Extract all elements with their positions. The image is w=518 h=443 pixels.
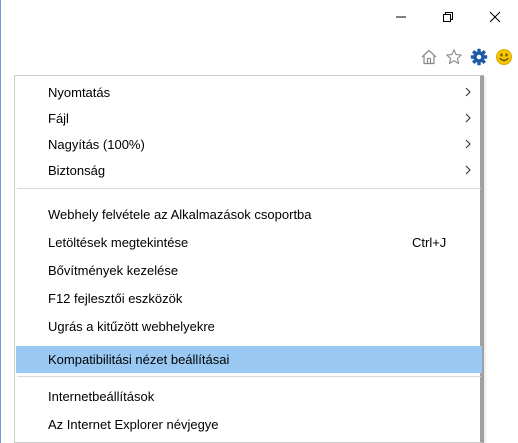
menu-item-compatibility-view-settings[interactable]: Kompatibilitási nézet beállításai — [16, 346, 482, 373]
menu-item-pinned-sites[interactable]: Ugrás a kitűzött webhelyekre — [16, 313, 482, 339]
browser-window: Nyomtatás Fájl Nagyítás (100%) Biztonság — [0, 0, 518, 443]
minimize-icon — [395, 16, 406, 18]
tools-button[interactable] — [466, 44, 491, 70]
home-button[interactable] — [416, 44, 441, 70]
menu-item-add-site-to-apps[interactable]: Webhely felvétele az Alkalmazások csopor… — [16, 201, 482, 227]
favorites-button[interactable] — [441, 44, 466, 70]
chevron-right-icon — [465, 165, 471, 175]
menu-item-label: Kompatibilitási nézet beállításai — [48, 352, 230, 367]
menu-item-about-ie[interactable]: Az Internet Explorer névjegye — [16, 411, 482, 437]
minimize-button[interactable] — [377, 0, 424, 34]
favorites-star-icon — [445, 49, 462, 65]
menu-item-label: Letöltések megtekintése — [48, 234, 189, 250]
close-button[interactable] — [471, 0, 518, 34]
shortcut-label: Ctrl+J — [412, 234, 447, 250]
menu-item-label: Fájl — [48, 110, 69, 126]
menu-item-label: Nyomtatás — [48, 84, 111, 100]
menu-item-manage-addons[interactable]: Bővítmények kezelése — [16, 257, 482, 283]
menu-item-label: Internetbeállítások — [48, 388, 155, 404]
menu-item-label: Biztonság — [48, 162, 106, 178]
menu-item-f12-dev-tools[interactable]: F12 fejlesztői eszközök — [16, 285, 482, 311]
chevron-right-icon — [465, 139, 471, 149]
menu-item-print[interactable]: Nyomtatás — [16, 79, 482, 105]
smiley-feedback-icon — [495, 49, 512, 65]
menu-item-safety[interactable]: Biztonság — [16, 157, 482, 183]
menu-item-view-downloads[interactable]: Letöltések megtekintése Ctrl+J — [16, 229, 482, 255]
chevron-right-icon — [465, 87, 471, 97]
menu-item-label: Bővítmények kezelése — [48, 262, 179, 278]
menu-item-label: Az Internet Explorer névjegye — [48, 416, 219, 432]
feedback-button[interactable] — [491, 44, 516, 70]
toolbar-icons — [416, 42, 518, 72]
menu-item-internet-options[interactable]: Internetbeállítások — [16, 383, 482, 409]
menu-item-label: Ugrás a kitűzött webhelyekre — [48, 318, 215, 334]
menu-separator — [17, 376, 481, 377]
restore-button[interactable] — [424, 0, 471, 34]
home-icon — [421, 49, 436, 65]
window-controls — [377, 0, 518, 34]
menu-item-file[interactable]: Fájl — [16, 105, 482, 131]
gear-icon — [470, 48, 487, 66]
menu-item-label: Webhely felvétele az Alkalmazások csopor… — [48, 206, 312, 222]
menu-item-label: F12 fejlesztői eszközök — [48, 290, 183, 306]
menu-separator — [17, 188, 481, 189]
menu-item-zoom[interactable]: Nagyítás (100%) — [16, 131, 482, 157]
chevron-right-icon — [465, 113, 471, 123]
restore-icon — [442, 12, 453, 22]
menu-item-label: Nagyítás (100%) — [48, 136, 145, 152]
close-icon — [489, 11, 500, 23]
tools-menu: Nyomtatás Fájl Nagyítás (100%) Biztonság — [14, 75, 484, 443]
